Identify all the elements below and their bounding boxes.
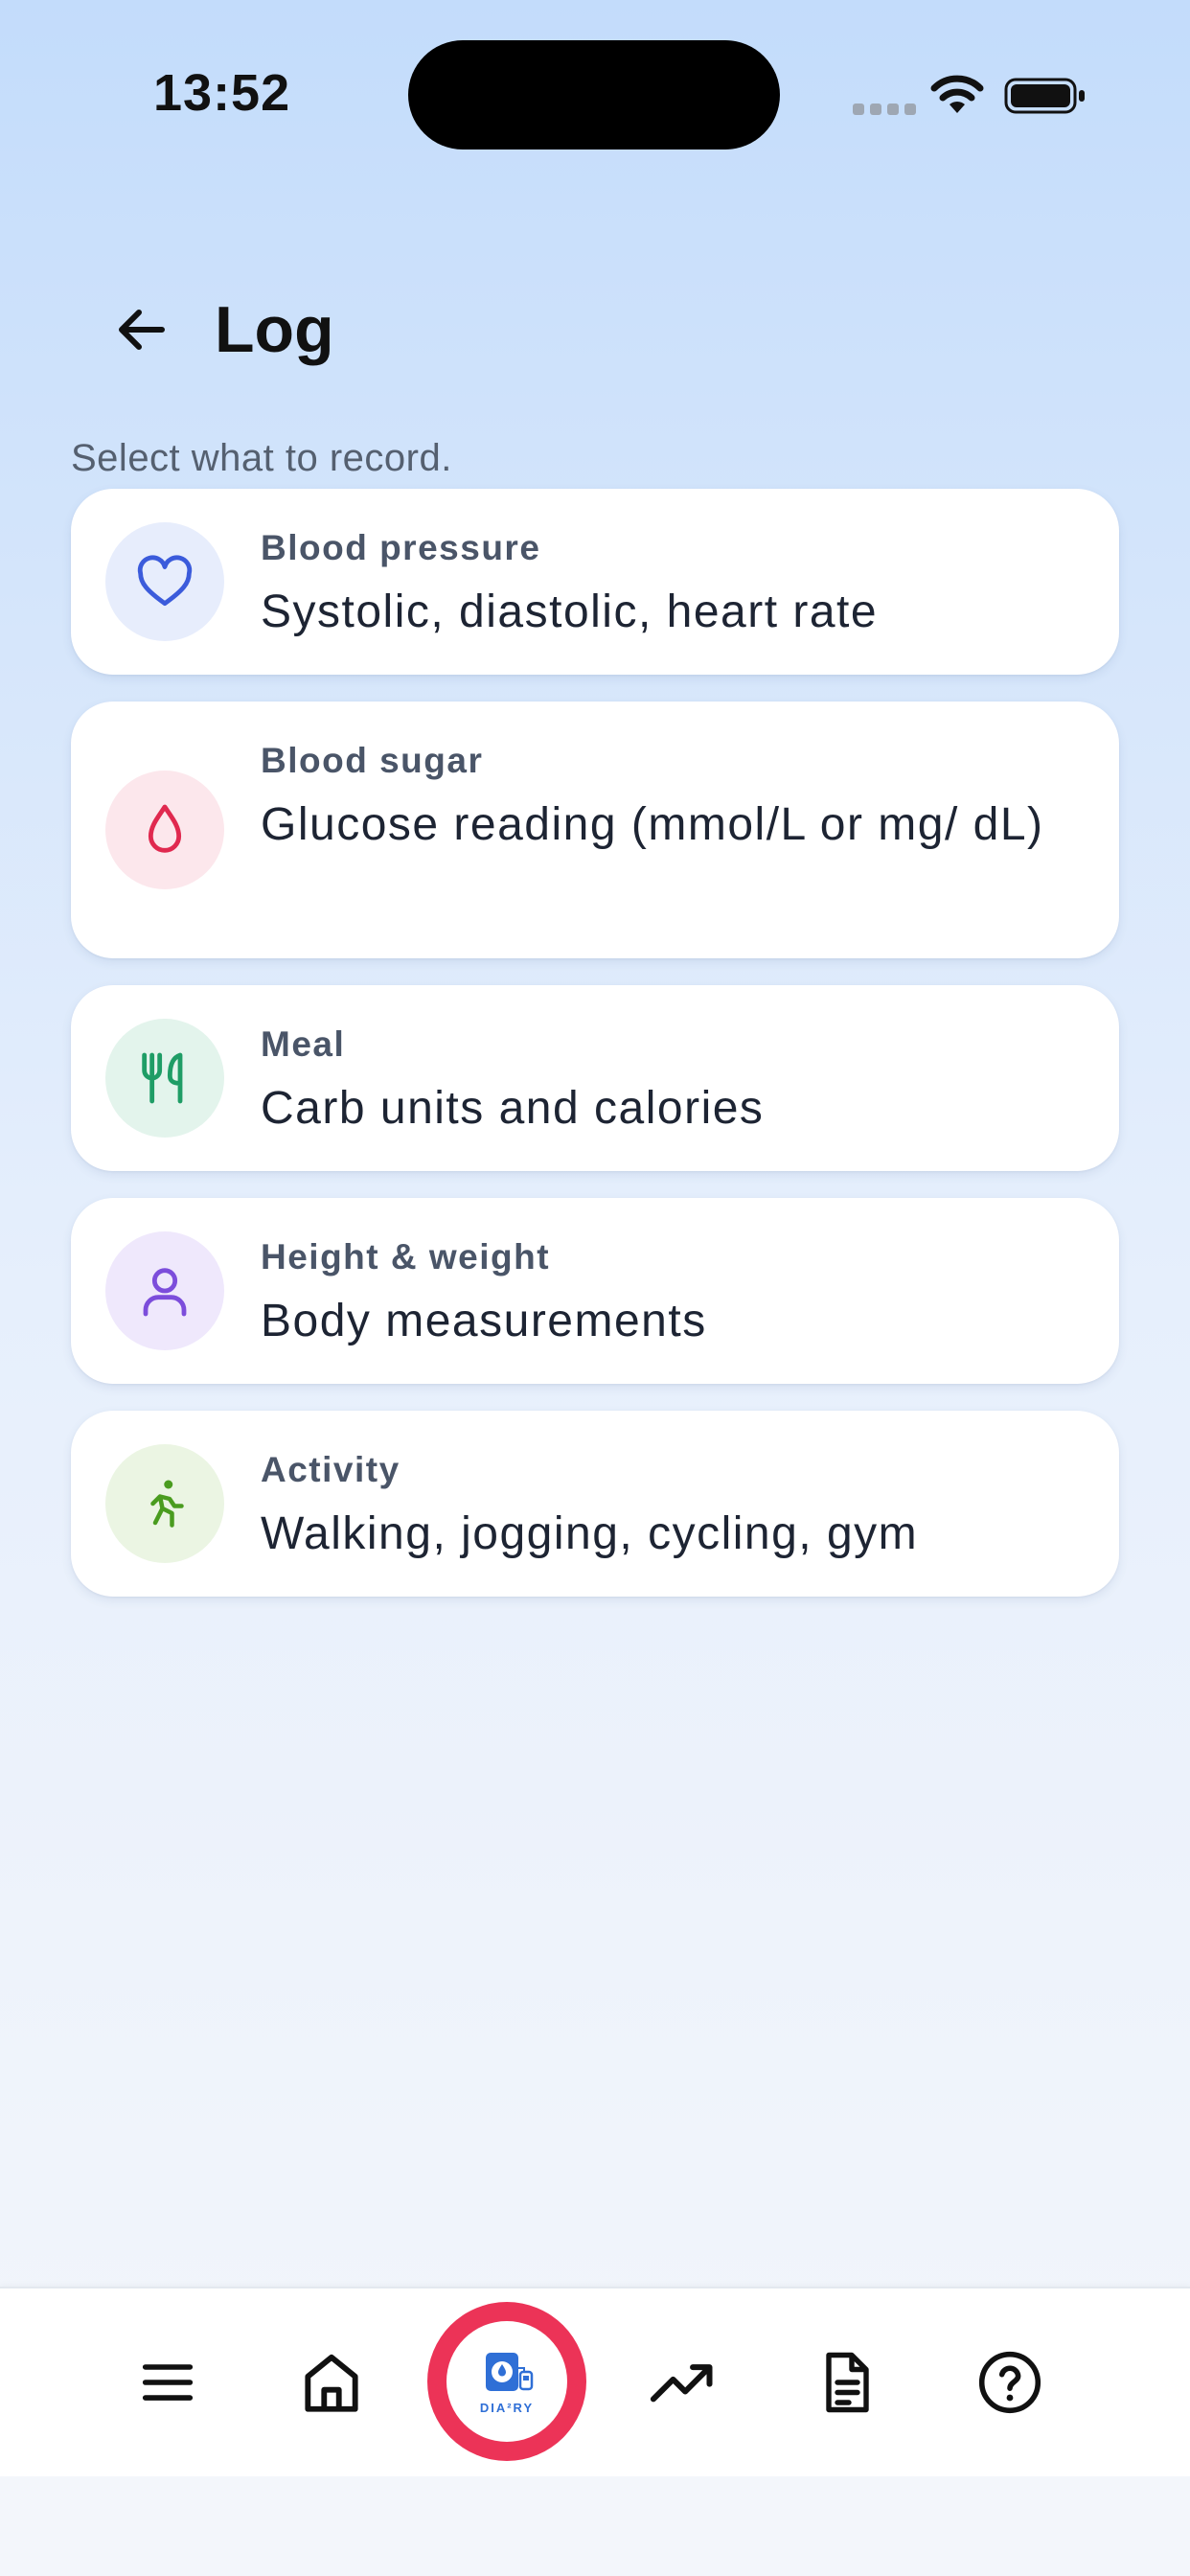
option-description: Carb units and calories [261,1083,765,1134]
option-label: Meal [261,1024,346,1064]
drop-icon [148,804,182,853]
nav-home[interactable] [274,2325,389,2440]
diary-book-icon [486,2352,534,2391]
option-description: Systolic, diastolic, heart rate [261,586,879,637]
arrow-left-icon [119,310,165,350]
document-icon [826,2352,869,2413]
header: Log [0,268,1190,383]
runner-icon-badge [105,1444,224,1563]
nav-trends[interactable] [625,2325,740,2440]
cellular-signal-icon [853,104,916,115]
option-description: Body measurements [261,1296,707,1346]
runner-icon [150,1480,184,1528]
option-label: Height & weight [261,1237,551,1276]
nav-diary-logo-button[interactable]: DIA²RY [427,2302,586,2461]
person-icon [143,1268,187,1317]
option-label: Blood sugar [261,741,484,780]
page-subtitle: Select what to record. [71,437,452,479]
nav-reports[interactable] [789,2325,904,2440]
option-description: Walking, jogging, cycling, gym [261,1508,919,1559]
option-description: Glucose reading (mmol/L or mg/ dL) [261,799,1044,850]
nav-help[interactable] [952,2325,1067,2440]
nav-menu[interactable] [110,2325,225,2440]
log-option-activity[interactable]: Activity Walking, jogging, cycling, gym [71,1411,1119,1597]
utensils-icon [142,1052,183,1104]
bottom-nav: DIA²RY [0,2287,1190,2476]
home-icon [305,2354,358,2412]
person-icon-badge [105,1231,224,1350]
dynamic-island [408,40,780,150]
status-time: 13:52 [153,64,291,122]
logo-text: DIA²RY [479,2400,535,2415]
log-option-blood-sugar[interactable]: Blood sugar Glucose reading (mmol/L or m… [71,702,1119,958]
status-bar: 13:52 [0,0,1190,192]
menu-icon [142,2364,194,2401]
home-indicator-area [0,2476,1190,2576]
trending-icon [650,2364,713,2403]
drop-icon-badge [105,770,224,889]
log-option-blood-pressure[interactable]: Blood pressure Systolic, diastolic, hear… [71,489,1119,675]
battery-icon [1004,78,1085,114]
back-button[interactable] [100,291,186,368]
diary-logo: DIA²RY [446,2321,567,2442]
option-label: Activity [261,1450,400,1489]
log-option-height-weight[interactable]: Height & weight Body measurements [71,1198,1119,1384]
help-icon [978,2351,1041,2414]
log-option-meal[interactable]: Meal Carb units and calories [71,985,1119,1171]
heart-icon [137,555,193,607]
option-label: Blood pressure [261,528,541,567]
heart-icon-badge [105,522,224,641]
page-title: Log [215,293,334,366]
utensils-icon-badge [105,1019,224,1138]
wifi-icon [930,75,984,113]
